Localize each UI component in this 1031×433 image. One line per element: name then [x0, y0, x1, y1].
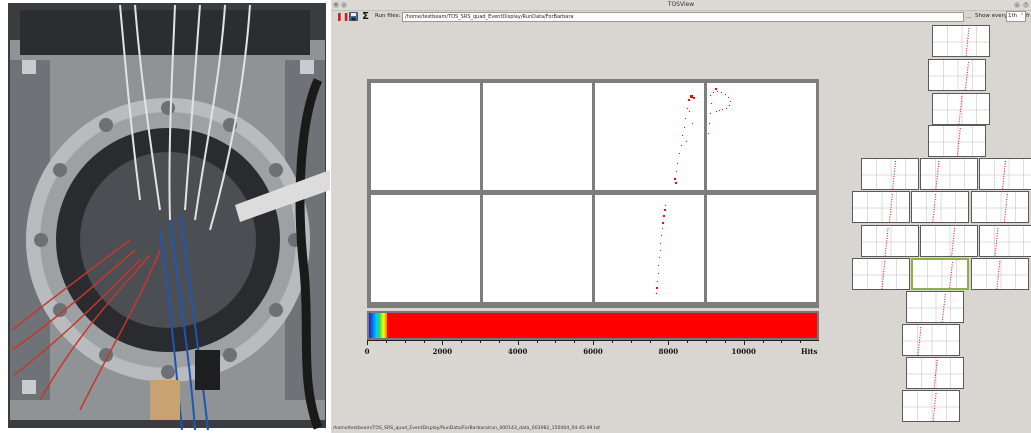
tosview-window: ✕ ⌄ TOSView ⌄ ⌃ ❚❚ Σ Run files: /home/te… — [331, 0, 1031, 433]
axis-minor-tick — [611, 340, 613, 343]
event-thumbnail[interactable] — [971, 258, 1029, 290]
axis-minor-tick — [461, 340, 463, 343]
axis-minor-tick — [555, 340, 557, 343]
axis-tick-label: 8000 — [658, 347, 679, 356]
axis-minor-tick — [649, 340, 651, 343]
chip-display[interactable] — [707, 83, 816, 190]
axis-tick — [743, 340, 745, 345]
event-display[interactable] — [367, 79, 819, 308]
detector-photo — [0, 0, 331, 433]
axis-tick — [442, 340, 444, 345]
axis-minor-tick — [687, 340, 689, 343]
show-every-spinbox[interactable]: 1th ⌃ — [1006, 11, 1026, 22]
axis-title: Hits — [801, 347, 818, 356]
toolbar: ❚❚ Σ Run files: /home/testbeam/TOS_SRS_q… — [331, 10, 1031, 23]
event-thumbnail[interactable] — [911, 258, 969, 290]
browse-button[interactable]: ... — [966, 12, 972, 21]
axis-tick — [668, 340, 670, 345]
event-thumbnail[interactable] — [979, 225, 1031, 257]
axis-minor-tick — [536, 340, 538, 343]
chip-display[interactable] — [371, 195, 480, 302]
save-icon[interactable] — [349, 12, 358, 21]
axis-minor-tick — [781, 340, 783, 343]
axis-tick-label: 0 — [364, 347, 370, 356]
chip-display[interactable] — [595, 83, 704, 190]
window-title: TOSView — [667, 1, 695, 8]
axis-tick — [367, 340, 368, 345]
axis-minor-tick — [480, 340, 481, 343]
axis-minor-tick — [498, 340, 500, 343]
event-thumbnail[interactable] — [906, 357, 964, 389]
event-thumbnail[interactable] — [932, 93, 990, 125]
frames-label: fr — [1026, 13, 1031, 19]
maximize-icon[interactable]: ⌃ — [1023, 2, 1029, 8]
axis-tick — [517, 340, 519, 345]
chip-display[interactable] — [707, 195, 816, 302]
show-every-value: 1th — [1008, 13, 1018, 19]
axis-minor-tick — [423, 340, 425, 343]
color-scale — [367, 311, 819, 340]
show-every-label: Show every — [975, 13, 1008, 19]
event-thumbnail[interactable] — [932, 25, 990, 57]
color-scale-fill — [369, 313, 817, 338]
axis-tick-label: 6000 — [583, 347, 603, 356]
minimize-icon[interactable]: ⌄ — [1014, 2, 1020, 8]
event-thumbnail[interactable] — [852, 191, 910, 223]
run-files-input[interactable]: /home/testbeam/TOS_SRS_quad_EventDisplay… — [402, 12, 964, 22]
axis-minor-tick — [800, 340, 802, 343]
chip-display[interactable] — [483, 83, 592, 190]
chip-display[interactable] — [483, 195, 592, 302]
spin-arrows-icon[interactable]: ⌃ — [1020, 12, 1024, 21]
chip-display[interactable] — [595, 195, 704, 302]
pause-icon[interactable]: ❚❚ — [336, 12, 349, 21]
hits-axis: 0 2000 4000 6000 8000 10000 Hits — [365, 340, 827, 362]
axis-minor-tick — [724, 340, 726, 343]
axis-tick — [593, 340, 594, 345]
event-thumbnail[interactable] — [861, 225, 919, 257]
event-thumbnail[interactable] — [928, 125, 986, 157]
event-thumbnail[interactable] — [928, 59, 986, 91]
axis-tick-label: 10000 — [731, 347, 756, 356]
axis-minor-tick — [574, 340, 576, 343]
sum-icon[interactable]: Σ — [361, 12, 370, 22]
axis-minor-tick — [630, 340, 632, 343]
event-thumbnail[interactable] — [971, 191, 1029, 223]
run-files-label: Run files: — [375, 13, 401, 19]
axis-minor-tick — [385, 340, 387, 343]
event-thumbnail[interactable] — [902, 390, 960, 422]
axis-tick-label: 4000 — [507, 347, 528, 356]
event-thumbnail[interactable] — [861, 158, 919, 190]
axis-minor-tick — [404, 340, 406, 343]
event-thumbnail[interactable] — [852, 258, 910, 290]
event-thumbnail[interactable] — [920, 225, 978, 257]
event-thumbnail[interactable] — [911, 191, 969, 223]
color-gradient — [369, 313, 387, 338]
status-bar: /home/testbeam/TOS_SRS_quad_EventDisplay… — [333, 426, 601, 431]
event-thumbnail[interactable] — [906, 291, 964, 323]
event-thumbnail[interactable] — [902, 324, 960, 356]
event-thumbnail[interactable] — [979, 158, 1031, 190]
axis-tick-label: 2000 — [432, 347, 453, 356]
axis-minor-tick — [706, 340, 707, 343]
axis-minor-tick — [762, 340, 764, 343]
chip-display[interactable] — [371, 83, 480, 190]
event-thumbnail[interactable] — [920, 158, 978, 190]
